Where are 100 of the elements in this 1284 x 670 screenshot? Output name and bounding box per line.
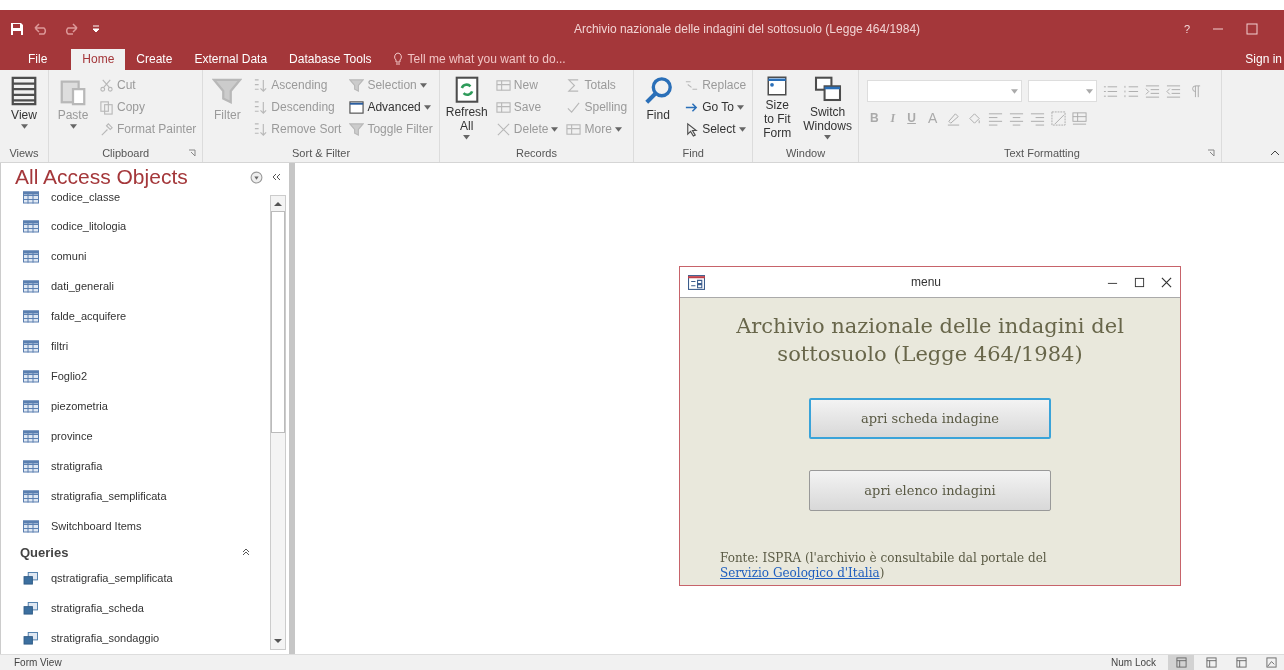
ribbon-tab[interactable]: Database Tools	[278, 49, 383, 70]
table-item[interactable]: Switchboard Items	[1, 511, 270, 541]
query-item[interactable]: qstratigrafia_semplificata	[1, 563, 270, 593]
table-item[interactable]: comuni	[1, 241, 270, 271]
caret-icon	[69, 124, 77, 129]
ribbon-tab[interactable]: External Data	[183, 49, 279, 70]
align-left-icon[interactable]	[988, 110, 1004, 126]
caret-icon	[463, 135, 471, 140]
ribbon-tab[interactable]: Home	[71, 49, 126, 70]
group-label: Clipboard	[102, 147, 150, 159]
layout-icon	[1175, 657, 1187, 668]
query-item[interactable]: stratigrafia_sondaggio	[1, 623, 270, 653]
ribbon-tab[interactable]: Create	[125, 49, 184, 70]
query-icon	[23, 631, 39, 645]
ribbon-command[interactable]: Advanced	[347, 96, 435, 118]
collapse-pane-icon[interactable]	[271, 172, 281, 182]
table-icon	[23, 309, 39, 323]
scrollbar[interactable]	[270, 195, 286, 650]
close-icon[interactable]	[1161, 276, 1172, 288]
table-icon	[23, 519, 39, 533]
form-button[interactable]: apri elenco indagini	[809, 470, 1051, 511]
table-item[interactable]: falde_acquifere	[1, 301, 270, 331]
table-item[interactable]: stratigrafia_semplificata	[1, 481, 270, 511]
query-item[interactable]: stratigrafia_scheda	[1, 593, 270, 623]
caret-icon	[737, 104, 744, 110]
maximize-icon[interactable]	[1134, 276, 1145, 288]
caret-icon	[614, 126, 622, 132]
table-icon[interactable]	[1072, 110, 1088, 126]
dropdown-icon[interactable]	[250, 170, 263, 184]
queries-header[interactable]: Queries	[1, 541, 270, 563]
table-icon	[566, 121, 582, 137]
cursor-icon	[684, 121, 700, 137]
numbered-list-icon[interactable]	[1123, 83, 1139, 99]
table-item[interactable]: codice_classe	[1, 191, 270, 211]
font-size-field[interactable]	[1027, 80, 1097, 102]
outdent-icon[interactable]	[1165, 83, 1181, 99]
ribbon-tab[interactable]: File	[12, 49, 66, 70]
form-button[interactable]: apri scheda indagine	[809, 398, 1051, 439]
table-item[interactable]: codice_litologia	[1, 211, 270, 241]
collapse-ribbon-icon[interactable]	[1270, 150, 1280, 156]
group-label: Find	[682, 147, 704, 159]
table-icon	[23, 459, 39, 473]
caret-icon	[419, 82, 427, 88]
table-icon	[23, 489, 39, 503]
ribbon-command[interactable]: View	[4, 74, 44, 140]
table-icon	[23, 279, 39, 293]
layout-icon	[1235, 657, 1247, 668]
paint-bucket-icon[interactable]	[967, 110, 983, 126]
copy-icon	[99, 99, 114, 115]
form-title: menu	[910, 275, 942, 289]
funnel-icon	[349, 77, 365, 93]
highlighter-icon[interactable]	[946, 110, 962, 126]
view-status: Form View	[14, 657, 62, 668]
ribbon-command[interactable]: Refresh All	[443, 74, 490, 140]
table-item[interactable]: stratigrafia	[1, 451, 270, 481]
dialog-launcher-icon[interactable]	[188, 149, 197, 157]
magnifier-icon	[643, 76, 674, 106]
table-item[interactable]: piezometria	[1, 391, 270, 421]
customize-icon[interactable]	[92, 25, 100, 33]
ribbon-command[interactable]: Size to Fit Form	[757, 74, 798, 140]
table-item[interactable]: Foglio2	[1, 361, 270, 391]
table-item[interactable]: filtri	[1, 331, 270, 361]
windows-icon	[812, 76, 843, 104]
align-center-icon[interactable]	[1009, 110, 1025, 126]
ribbon-command[interactable]: Select	[682, 118, 749, 140]
font-name-field[interactable]	[866, 80, 1022, 102]
chart-icon	[1265, 657, 1277, 668]
table-item[interactable]: province	[1, 421, 270, 451]
caret-icon	[20, 124, 28, 129]
dialog-launcher-icon[interactable]	[1206, 149, 1215, 157]
ribbon-command[interactable]: Go To	[682, 96, 749, 118]
ribbon-command[interactable]: Switch Windows	[801, 74, 854, 140]
num-lock-indicator: Num Lock	[1111, 657, 1156, 668]
group-label: Sort & Filter	[292, 147, 351, 159]
brush-icon	[99, 121, 114, 137]
source-note: Fonte: ISPRA (l'archivio è consultabile dal portale del Servizio Geologico d'Italia)	[720, 551, 1048, 581]
sign-in-link[interactable]: Sign in	[1245, 52, 1284, 70]
caret-icon	[1010, 88, 1018, 94]
table-item[interactable]: dati_generali	[1, 271, 270, 301]
x-icon	[495, 121, 511, 137]
scroll-up-icon[interactable]	[274, 201, 282, 206]
group-label: Window	[786, 147, 826, 159]
indent-icon[interactable]	[1144, 83, 1160, 99]
portal-link[interactable]: Servizio Geologico d'Italia	[720, 566, 880, 580]
funnel-icon	[212, 76, 243, 106]
funnel-icon	[349, 121, 365, 137]
align-right-icon[interactable]	[1030, 110, 1046, 126]
scroll-down-icon[interactable]	[274, 639, 282, 644]
caret-icon	[1085, 88, 1093, 94]
help-button[interactable]: ?	[1184, 23, 1191, 35]
gridlines-icon[interactable]	[1051, 110, 1067, 126]
form-heading: Archivio nazionale delle indagini del sottosuolo (Legge 464/1984)	[735, 313, 1125, 368]
query-icon	[23, 571, 39, 585]
layout-icon	[1205, 657, 1217, 668]
bullet-list-icon[interactable]	[1102, 83, 1118, 99]
table-icon	[23, 399, 39, 413]
view-button[interactable]	[1168, 655, 1194, 670]
tell-me-field[interactable]: Tell me what you want to do...	[382, 52, 576, 70]
caret-icon	[824, 135, 832, 140]
ribbon-command[interactable]: Find	[638, 74, 679, 140]
